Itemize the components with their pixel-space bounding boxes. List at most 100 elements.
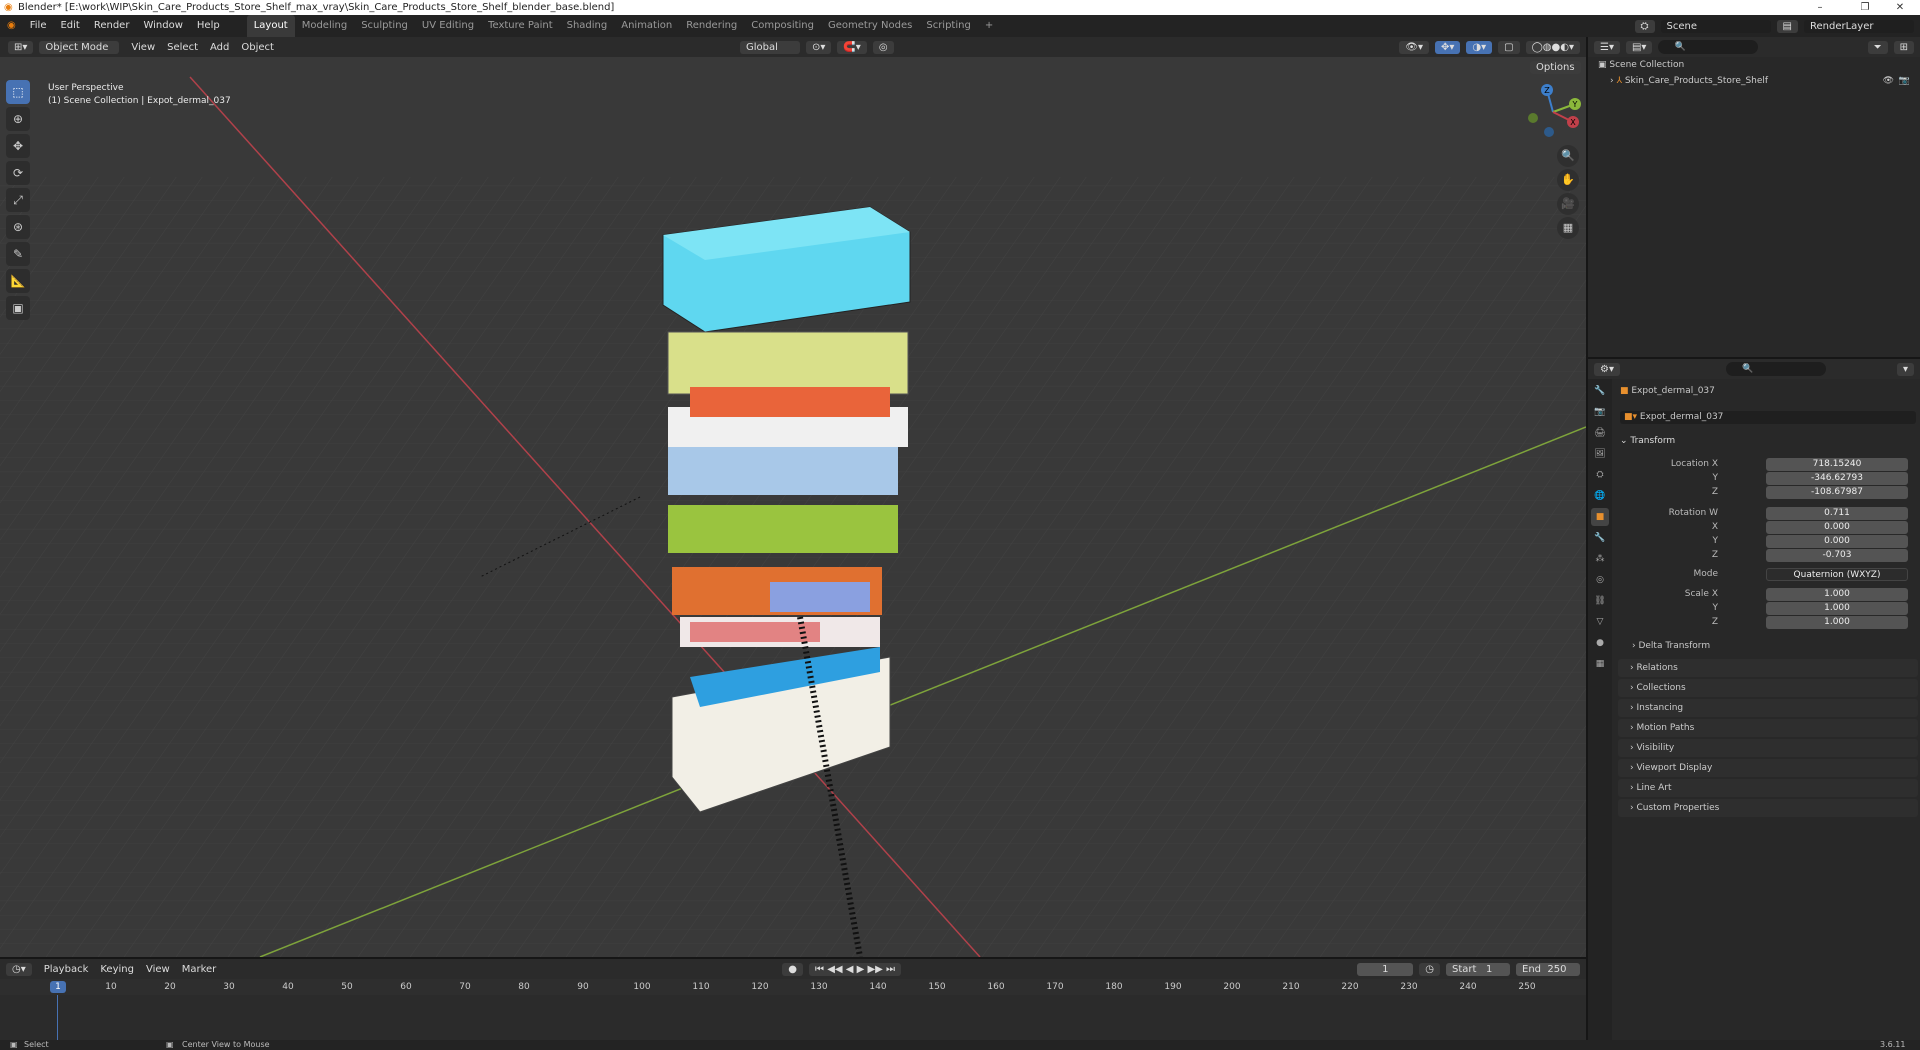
object-mode-dropdown[interactable]: Object Mode (39, 40, 120, 54)
gizmo-toggle-icon[interactable]: ✥▾ (1435, 40, 1461, 54)
line-art-panel-header[interactable]: › Line Art (1618, 779, 1918, 797)
current-frame-field[interactable]: 1 (1357, 962, 1414, 976)
texture-tab-icon[interactable]: ▦ (1591, 655, 1609, 673)
viewport-display-panel-header[interactable]: › Viewport Display (1618, 759, 1918, 777)
rotate-icon[interactable]: ⟳ (6, 161, 30, 185)
scale-z-field[interactable]: 1.000 (1766, 616, 1908, 629)
tab-scripting[interactable]: Scripting (919, 15, 977, 37)
render-layer-icon[interactable]: ▤ (1776, 19, 1798, 33)
filter-icon[interactable]: ⏷ (1867, 40, 1888, 54)
motion-paths-panel-header[interactable]: › Motion Paths (1618, 719, 1918, 737)
overlay-toggle-icon[interactable]: ◑▾ (1466, 40, 1493, 54)
menu-marker[interactable]: Marker (176, 964, 223, 975)
properties-editor-icon[interactable]: ⚙▾ (1594, 362, 1620, 376)
preview-range-icon[interactable]: ◷ (1419, 962, 1440, 976)
select-box-icon[interactable]: ⬚ (6, 80, 30, 104)
visibility-panel-header[interactable]: › Visibility (1618, 739, 1918, 757)
pivot-icon[interactable]: ⊙▾ (805, 40, 832, 54)
render-layer-selector[interactable]: RenderLayer (1804, 19, 1914, 33)
rotation-mode-dropdown[interactable]: Quaternion (WXYZ) (1766, 568, 1908, 581)
menu-render[interactable]: Render (87, 15, 137, 37)
editor-type-icon[interactable]: ⊞▾ (8, 40, 34, 54)
scene-collection-row[interactable]: ▣ Scene Collection (1588, 57, 1920, 73)
add-workspace-button[interactable]: + (978, 15, 1000, 37)
rotation-x-field[interactable]: 0.000 (1766, 521, 1908, 534)
scale-x-field[interactable]: 1.000 (1766, 588, 1908, 601)
material-tab-icon[interactable]: ● (1591, 634, 1609, 652)
constraints-tab-icon[interactable]: ⛓ (1591, 592, 1609, 610)
tab-modeling[interactable]: Modeling (295, 15, 355, 37)
menu-window[interactable]: Window (136, 15, 189, 37)
custom-properties-panel-header[interactable]: › Custom Properties (1618, 799, 1918, 817)
rotation-y-field[interactable]: 0.000 (1766, 535, 1908, 548)
menu-help[interactable]: Help (190, 15, 227, 37)
properties-search-input[interactable]: 🔍 (1725, 362, 1826, 376)
timeline-editor-icon[interactable]: ◷▾ (6, 962, 32, 976)
camera-icon[interactable]: 🎥 (1557, 193, 1579, 215)
menu-view[interactable]: View (125, 42, 161, 53)
orientation-dropdown[interactable]: Global (739, 40, 800, 54)
scene-icon[interactable]: ⛭ (1634, 19, 1655, 33)
delta-transform-subpanel[interactable]: › Delta Transform (1632, 640, 1710, 653)
rotation-z-field[interactable]: -0.703 (1766, 549, 1908, 562)
world-tab-icon[interactable]: 🌐 (1591, 487, 1609, 505)
tab-shading[interactable]: Shading (560, 15, 615, 37)
object-tab-icon[interactable]: ■ (1591, 508, 1609, 526)
outliner-search-input[interactable]: 🔍 (1658, 40, 1759, 54)
minimize-button[interactable]: – (1800, 0, 1840, 15)
tab-texture-paint[interactable]: Texture Paint (481, 15, 560, 37)
camera-render-icon[interactable]: 📷 (1899, 73, 1910, 89)
add-cube-icon[interactable]: ▣ (6, 296, 30, 320)
menu-select[interactable]: Select (161, 42, 204, 53)
relations-panel-header[interactable]: › Relations (1618, 659, 1918, 677)
scale-icon[interactable]: ⤢ (6, 188, 30, 212)
scene-tab-icon[interactable]: ⛭ (1591, 466, 1609, 484)
rotation-w-field[interactable]: 0.711 (1766, 507, 1908, 520)
scene-selector[interactable]: Scene (1660, 19, 1771, 33)
render-tab-icon[interactable]: 📷 (1591, 403, 1609, 421)
menu-playback[interactable]: Playback (38, 964, 95, 975)
transform-panel-header[interactable]: ⌄ Transform (1620, 435, 1675, 448)
close-button[interactable]: ✕ (1880, 0, 1920, 15)
view-layer-tab-icon[interactable]: 🖼 (1591, 445, 1609, 463)
auto-keying-icon[interactable]: ● (782, 962, 804, 976)
navigation-gizmo[interactable]: Z Y X (1525, 82, 1581, 140)
snap-icon[interactable]: 🧲▾ (837, 40, 867, 54)
tab-uv-editing[interactable]: UV Editing (415, 15, 481, 37)
proportional-edit-icon[interactable]: ◎ (872, 40, 894, 54)
xray-icon[interactable]: ▢ (1498, 40, 1520, 54)
menu-file[interactable]: File (23, 15, 54, 37)
viewport-scene[interactable] (0, 57, 1586, 957)
outliner-item-shelf[interactable]: › ⅄ Skin_Care_Products_Store_Shelf 👁 📷 (1588, 73, 1920, 89)
frame-end-field[interactable]: End 250 (1516, 962, 1580, 976)
zoom-icon[interactable]: 🔍 (1557, 145, 1579, 167)
particles-tab-icon[interactable]: ⁂ (1591, 550, 1609, 568)
data-tab-icon[interactable]: ▽ (1591, 613, 1609, 631)
shading-mode-icons[interactable]: ◯◍●◐▾ (1525, 40, 1580, 54)
outliner-editor-icon[interactable]: ☰▾ (1594, 40, 1620, 54)
menu-timeline-view[interactable]: View (140, 964, 176, 975)
menu-edit[interactable]: Edit (53, 15, 86, 37)
tab-layout[interactable]: Layout (246, 15, 295, 37)
location-y-field[interactable]: -346.62793 (1766, 472, 1908, 485)
tab-compositing[interactable]: Compositing (744, 15, 821, 37)
pan-hand-icon[interactable]: ✋ (1557, 169, 1579, 191)
visibility-icon[interactable]: 👁▾ (1399, 40, 1429, 54)
display-mode-icon[interactable]: ▤▾ (1625, 40, 1653, 54)
transform-icon[interactable]: ⊛ (6, 215, 30, 239)
object-name-field[interactable]: ■▾ Expot_dermal_037 (1620, 411, 1916, 424)
annotate-icon[interactable]: ✎ (6, 242, 30, 266)
modifier-tab-icon[interactable]: 🔧 (1591, 529, 1609, 547)
output-tab-icon[interactable]: 🖨 (1591, 424, 1609, 442)
options-dropdown[interactable]: Options (1530, 61, 1587, 74)
tab-geometry-nodes[interactable]: Geometry Nodes (821, 15, 919, 37)
ortho-grid-icon[interactable]: ▦ (1557, 217, 1579, 239)
playhead[interactable]: 1 (50, 981, 66, 993)
menu-add[interactable]: Add (204, 42, 235, 53)
menu-object[interactable]: Object (235, 42, 280, 53)
instancing-panel-header[interactable]: › Instancing (1618, 699, 1918, 717)
cursor-icon[interactable]: ⊕ (6, 107, 30, 131)
blender-menu-icon[interactable]: ◉ (0, 15, 23, 37)
3d-viewport[interactable] (0, 57, 1586, 957)
object-name-row[interactable]: ■ Expot_dermal_037 (1620, 385, 1715, 398)
